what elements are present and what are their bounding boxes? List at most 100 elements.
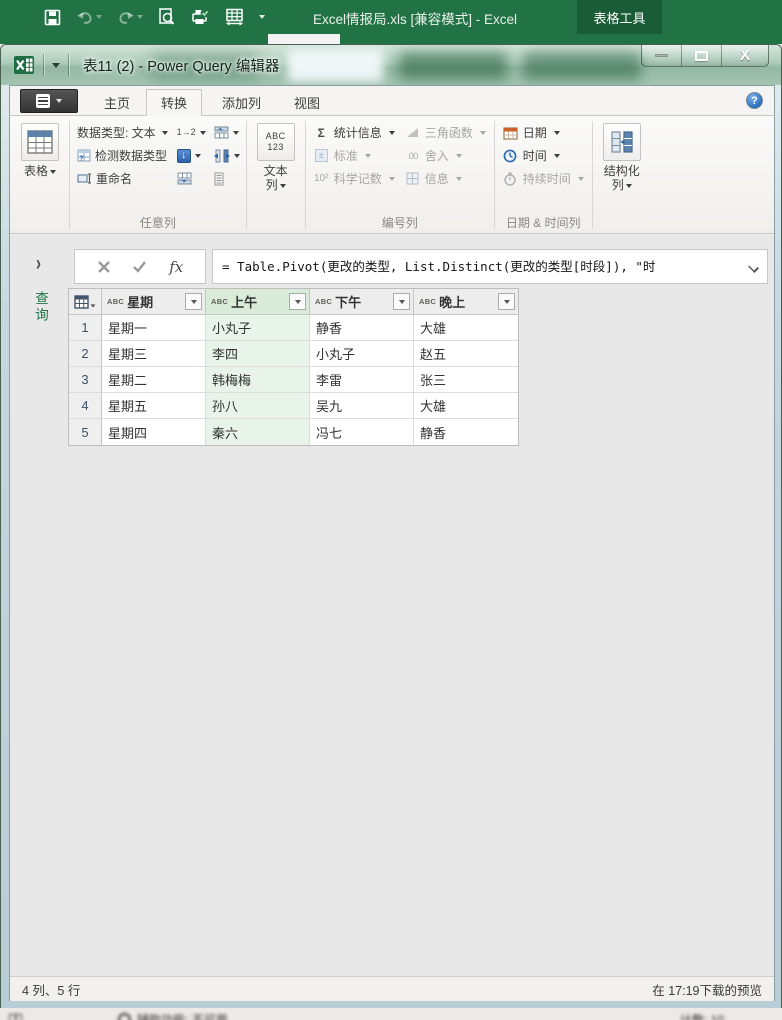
customize-qat-chevron-icon[interactable] <box>259 15 265 19</box>
structured-column-button[interactable]: 结构化列 <box>596 121 648 193</box>
cell[interactable]: 小丸子 <box>310 341 414 367</box>
cell[interactable]: 静香 <box>414 419 518 445</box>
cell[interactable]: 大雄 <box>414 393 518 419</box>
filter-icon[interactable] <box>393 293 410 310</box>
save-icon[interactable] <box>44 9 61 26</box>
table-row: 5 星期四 秦六 冯七 静香 <box>69 419 518 445</box>
cell[interactable]: 吴九 <box>310 393 414 419</box>
accessibility-status: 辅助功能: 不可用 <box>137 1011 228 1020</box>
cell[interactable]: 张三 <box>414 367 518 393</box>
group-label <box>14 214 66 233</box>
formula-input[interactable]: = Table.Pivot(更改的类型, List.Distinct(更改的类型… <box>212 249 768 284</box>
text-column-button[interactable]: ABC 123 文本列 <box>250 121 302 193</box>
undo-icon[interactable] <box>76 10 102 25</box>
convert-to-list-button[interactable] <box>211 167 243 190</box>
cell[interactable]: 星期二 <box>102 367 206 393</box>
filter-icon[interactable] <box>498 293 515 310</box>
fill-button[interactable]: ↓ <box>174 144 209 167</box>
cell[interactable]: 大雄 <box>414 315 518 341</box>
close-icon[interactable]: X <box>722 45 768 66</box>
group-separator <box>305 121 306 229</box>
fx-icon[interactable]: fx <box>169 258 183 276</box>
data-type-button[interactable]: 数据类型: 文本 <box>75 121 170 144</box>
rounding-button[interactable]: .00 舍入 <box>400 144 491 167</box>
data-preview-grid: ABC 星期 ABC 上午 ABC 下午 <box>68 288 519 446</box>
tab-add-column[interactable]: 添加列 <box>208 89 275 116</box>
cell[interactable]: 小丸子 <box>206 315 310 341</box>
replace-values-icon: 1→2 <box>177 128 196 137</box>
move-button[interactable] <box>211 144 243 167</box>
group-separator <box>246 121 247 229</box>
cell[interactable]: 星期三 <box>102 341 206 367</box>
tab-view[interactable]: 视图 <box>280 89 334 116</box>
minimize-icon[interactable] <box>642 45 682 66</box>
expand-formula-chevron-icon[interactable] <box>749 263 758 272</box>
row-number[interactable]: 4 <box>69 393 102 419</box>
contextual-tab-table-tools[interactable]: 表格工具 <box>577 0 662 34</box>
pivot-column-icon <box>177 172 192 185</box>
cell[interactable]: 冯七 <box>310 419 414 445</box>
row-number[interactable]: 1 <box>69 315 102 341</box>
column-header-morning[interactable]: ABC 上午 <box>206 289 310 315</box>
redo-icon[interactable] <box>117 10 143 25</box>
cell-mode-icon <box>9 1014 22 1020</box>
move-icon <box>214 149 230 163</box>
quick-print-icon[interactable] <box>190 8 210 26</box>
pq-titlebar[interactable]: 表11 (2) - Power Query 编辑器 X <box>1 45 781 85</box>
print-preview-icon[interactable] <box>158 8 175 26</box>
rename-button[interactable]: 重命名 <box>75 167 170 190</box>
cell[interactable]: 星期五 <box>102 393 206 419</box>
cell[interactable]: 李四 <box>206 341 310 367</box>
undo-chevron-icon[interactable] <box>96 15 102 19</box>
corner-chevron-icon <box>91 304 96 307</box>
column-width-icon[interactable] <box>225 8 244 26</box>
expand-queries-pane-button[interactable]: › <box>36 252 41 276</box>
file-menu-button[interactable] <box>20 89 78 113</box>
select-all-button[interactable] <box>69 289 102 315</box>
information-button[interactable]: 信息 <box>400 167 491 190</box>
filter-icon[interactable] <box>289 293 306 310</box>
cell[interactable]: 秦六 <box>206 419 310 445</box>
row-number[interactable]: 5 <box>69 419 102 445</box>
quick-access-toolbar <box>44 0 265 34</box>
cancel-formula-icon[interactable] <box>97 260 111 274</box>
queries-pane-label[interactable]: 查询 <box>30 291 50 324</box>
tab-transform[interactable]: 转换 <box>146 89 202 116</box>
unpivot-columns-button[interactable] <box>211 121 243 144</box>
cell[interactable]: 韩梅梅 <box>206 367 310 393</box>
cell[interactable]: 星期一 <box>102 315 206 341</box>
filter-icon[interactable] <box>185 293 202 310</box>
replace-values-button[interactable]: 1→2 <box>174 121 209 144</box>
duration-button[interactable]: 持续时间 <box>498 167 589 190</box>
maximize-icon[interactable] <box>682 45 722 66</box>
cell[interactable]: 孙八 <box>206 393 310 419</box>
statistics-button[interactable]: Σ 统计信息 <box>309 121 400 144</box>
commit-formula-icon[interactable] <box>132 260 147 273</box>
cell[interactable]: 李雷 <box>310 367 414 393</box>
pivot-column-button[interactable] <box>174 167 209 190</box>
table-corner-icon <box>74 295 89 309</box>
redo-chevron-icon[interactable] <box>137 15 143 19</box>
group-any-column: 数据类型: 文本 ? 检测数据类型 重命名 <box>73 118 243 233</box>
structured-column-icon <box>603 123 641 161</box>
detect-data-type-button[interactable]: ? 检测数据类型 <box>75 144 170 167</box>
scientific-button[interactable]: 10² 科学记数 <box>309 167 400 190</box>
row-number[interactable]: 3 <box>69 367 102 393</box>
cell[interactable]: 静香 <box>310 315 414 341</box>
excel-app-icon[interactable] <box>14 55 35 75</box>
detect-data-type-icon: ? <box>77 149 91 162</box>
date-button[interactable]: 日期 <box>498 121 589 144</box>
cell[interactable]: 赵五 <box>414 341 518 367</box>
column-header-evening[interactable]: ABC 晚上 <box>414 289 518 315</box>
table-button[interactable]: 表格 <box>14 121 66 178</box>
column-header-afternoon[interactable]: ABC 下午 <box>310 289 414 315</box>
trigonometry-button[interactable]: 三角函数 <box>400 121 491 144</box>
row-number[interactable]: 2 <box>69 341 102 367</box>
tab-home[interactable]: 主页 <box>90 89 144 116</box>
time-button[interactable]: 时间 <box>498 144 589 167</box>
cell[interactable]: 星期四 <box>102 419 206 445</box>
window-menu-chevron-icon[interactable] <box>52 63 60 68</box>
help-icon[interactable]: ? <box>746 92 763 109</box>
column-header-week[interactable]: ABC 星期 <box>102 289 206 315</box>
standard-button[interactable]: ± 标准 <box>309 144 400 167</box>
